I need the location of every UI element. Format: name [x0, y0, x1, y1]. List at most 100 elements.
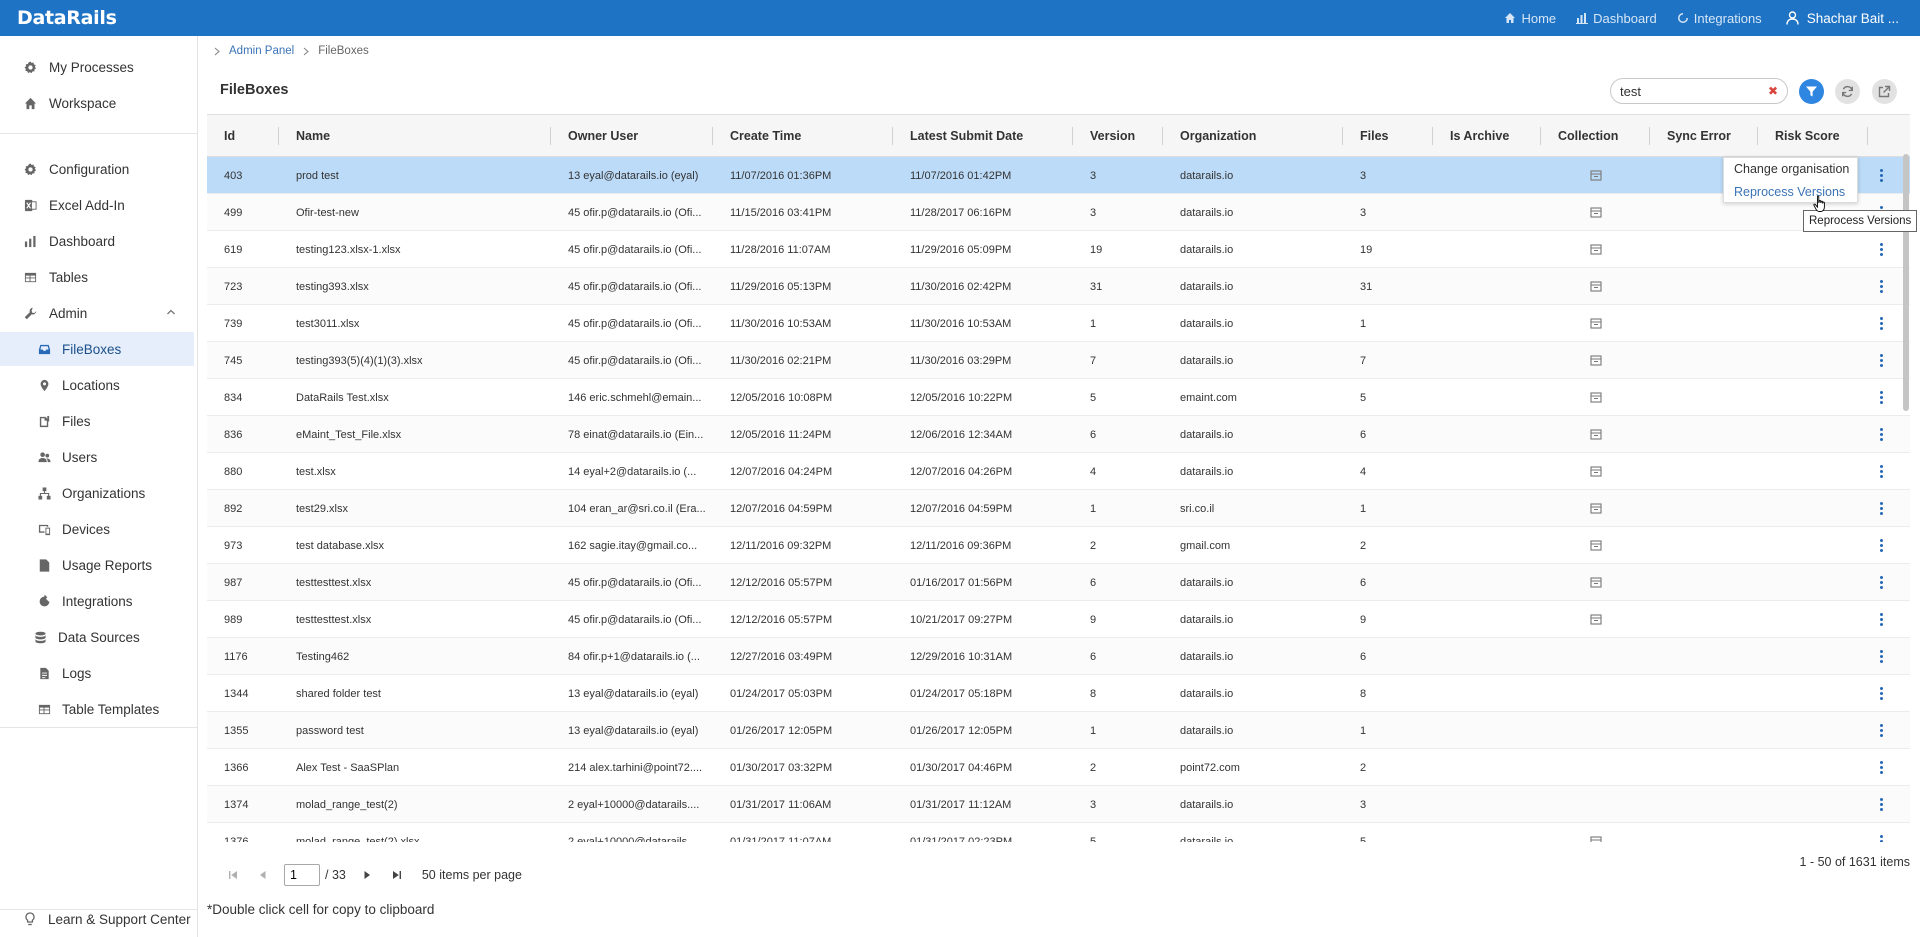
- cell-latest-submit-date[interactable]: 12/29/2016 10:31AM: [893, 638, 1073, 675]
- cell-create-time[interactable]: 01/24/2017 05:03PM: [713, 675, 893, 712]
- cell-owner-user[interactable]: 2 eyal+10000@datarails....: [551, 823, 713, 843]
- cell-version[interactable]: 31: [1073, 268, 1163, 305]
- cell-owner-user[interactable]: 45 ofir.p@datarails.io (Ofi...: [551, 231, 713, 268]
- table-row[interactable]: 987 testtesttest.xlsx 45 ofir.p@datarails.…: [207, 564, 1910, 601]
- sidebar-item-fileboxes[interactable]: FileBoxes: [0, 332, 194, 366]
- learn-support-center[interactable]: Learn & Support Center: [0, 904, 198, 934]
- cell-collection[interactable]: [1541, 527, 1650, 564]
- sidebar-item-devices[interactable]: Devices: [0, 512, 194, 546]
- cell-organization[interactable]: datarails.io: [1163, 712, 1343, 749]
- table-row[interactable]: 1376 molad_range_test(2).xlsx 2 eyal+10000…: [207, 823, 1910, 842]
- cell-owner-user[interactable]: 45 ofir.p@datarails.io (Ofi...: [551, 194, 713, 231]
- cell-name[interactable]: testtesttest.xlsx: [279, 601, 551, 638]
- table-row[interactable]: 739 test3011.xlsx 45 ofir.p@datarails.io (…: [207, 305, 1910, 342]
- next-page-button[interactable]: [352, 864, 382, 886]
- cell-id[interactable]: 892: [207, 490, 279, 527]
- column-header-organization[interactable]: Organization: [1163, 115, 1343, 157]
- column-header-version[interactable]: Version: [1073, 115, 1163, 157]
- nav-dashboard[interactable]: Dashboard: [1576, 11, 1657, 26]
- cell-version[interactable]: 5: [1073, 823, 1163, 843]
- column-header-latest-submit-date[interactable]: Latest Submit Date: [893, 115, 1073, 157]
- cell-create-time[interactable]: 01/30/2017 03:32PM: [713, 749, 893, 786]
- sidebar-item-usage-reports[interactable]: Usage Reports: [0, 548, 194, 582]
- cell-organization[interactable]: datarails.io: [1163, 638, 1343, 675]
- cell-organization[interactable]: point72.com: [1163, 749, 1343, 786]
- cell-organization[interactable]: datarails.io: [1163, 453, 1343, 490]
- cell-organization[interactable]: datarails.io: [1163, 305, 1343, 342]
- cell-owner-user[interactable]: 45 ofir.p@datarails.io (Ofi...: [551, 305, 713, 342]
- cell-latest-submit-date[interactable]: 01/30/2017 04:46PM: [893, 749, 1073, 786]
- cell-files[interactable]: 6: [1343, 638, 1433, 675]
- cell-owner-user[interactable]: 78 einat@datarails.io (Ein...: [551, 416, 713, 453]
- row-menu-icon[interactable]: [1879, 539, 1883, 552]
- cell-collection[interactable]: [1541, 749, 1650, 786]
- cell-create-time[interactable]: 11/29/2016 05:13PM: [713, 268, 893, 305]
- cell-version[interactable]: 1: [1073, 305, 1163, 342]
- cell-create-time[interactable]: 12/11/2016 09:32PM: [713, 527, 893, 564]
- cell-version[interactable]: 3: [1073, 786, 1163, 823]
- first-page-button[interactable]: [218, 864, 248, 886]
- search-box[interactable]: ✖: [1610, 78, 1788, 104]
- cell-create-time[interactable]: 12/07/2016 04:24PM: [713, 453, 893, 490]
- table-row[interactable]: 836 eMaint_Test_File.xlsx 78 einat@datarai…: [207, 416, 1910, 453]
- cell-create-time[interactable]: 11/07/2016 01:36PM: [713, 157, 893, 194]
- table-row[interactable]: 1366 Alex Test - SaaSPlan 214 alex.tarhini…: [207, 749, 1910, 786]
- cell-latest-submit-date[interactable]: 01/26/2017 12:05PM: [893, 712, 1073, 749]
- table-row[interactable]: 745 testing393(5)(4)(1)(3).xlsx 45 ofir.p@…: [207, 342, 1910, 379]
- cell-name[interactable]: DataRails Test.xlsx: [279, 379, 551, 416]
- cell-collection[interactable]: [1541, 638, 1650, 675]
- cell-id[interactable]: 989: [207, 601, 279, 638]
- cell-id[interactable]: 403: [207, 157, 279, 194]
- cell-organization[interactable]: emaint.com: [1163, 379, 1343, 416]
- row-menu-icon[interactable]: [1879, 835, 1883, 842]
- cell-owner-user[interactable]: 14 eyal+2@datarails.io (...: [551, 453, 713, 490]
- cell-latest-submit-date[interactable]: 11/07/2016 01:42PM: [893, 157, 1073, 194]
- cell-collection[interactable]: [1541, 601, 1650, 638]
- cell-name[interactable]: eMaint_Test_File.xlsx: [279, 416, 551, 453]
- row-menu-icon[interactable]: [1879, 428, 1883, 441]
- filter-button[interactable]: [1799, 79, 1824, 104]
- row-menu-icon[interactable]: [1879, 169, 1883, 182]
- sidebar-item-admin[interactable]: Admin: [0, 296, 194, 330]
- cell-id[interactable]: 499: [207, 194, 279, 231]
- cell-latest-submit-date[interactable]: 01/16/2017 01:56PM: [893, 564, 1073, 601]
- cell-name[interactable]: shared folder test: [279, 675, 551, 712]
- table-row[interactable]: 619 testing123.xlsx-1.xlsx 45 ofir.p@datar…: [207, 231, 1910, 268]
- cell-files[interactable]: 31: [1343, 268, 1433, 305]
- cell-id[interactable]: 1344: [207, 675, 279, 712]
- cell-version[interactable]: 4: [1073, 453, 1163, 490]
- cell-collection[interactable]: [1541, 490, 1650, 527]
- table-row[interactable]: 834 DataRails Test.xlsx 146 eric.schmehl@e…: [207, 379, 1910, 416]
- cell-owner-user[interactable]: 13 eyal@datarails.io (eyal): [551, 675, 713, 712]
- cell-organization[interactable]: datarails.io: [1163, 675, 1343, 712]
- cell-name[interactable]: testing393(5)(4)(1)(3).xlsx: [279, 342, 551, 379]
- cell-files[interactable]: 9: [1343, 601, 1433, 638]
- refresh-button[interactable]: [1835, 79, 1860, 104]
- row-menu-icon[interactable]: [1879, 243, 1883, 256]
- cell-latest-submit-date[interactable]: 12/07/2016 04:59PM: [893, 490, 1073, 527]
- cell-organization[interactable]: gmail.com: [1163, 527, 1343, 564]
- export-button[interactable]: [1872, 79, 1897, 104]
- cell-latest-submit-date[interactable]: 01/31/2017 02:23PM: [893, 823, 1073, 843]
- cell-files[interactable]: 6: [1343, 416, 1433, 453]
- table-row[interactable]: 403 prod test 13 eyal@datarails.io (eyal) 1…: [207, 157, 1910, 194]
- cell-name[interactable]: testtesttest.xlsx: [279, 564, 551, 601]
- table-row[interactable]: 892 test29.xlsx 104 eran_ar@sri.co.il (Era…: [207, 490, 1910, 527]
- cell-version[interactable]: 3: [1073, 157, 1163, 194]
- cell-version[interactable]: 1: [1073, 712, 1163, 749]
- cell-files[interactable]: 1: [1343, 712, 1433, 749]
- cell-create-time[interactable]: 01/31/2017 11:07AM: [713, 823, 893, 843]
- cell-create-time[interactable]: 12/07/2016 04:59PM: [713, 490, 893, 527]
- cell-collection[interactable]: [1541, 675, 1650, 712]
- cell-id[interactable]: 1355: [207, 712, 279, 749]
- cell-create-time[interactable]: 11/30/2016 10:53AM: [713, 305, 893, 342]
- cell-collection[interactable]: [1541, 157, 1650, 194]
- sidebar-item-data-sources[interactable]: Data Sources: [0, 620, 194, 654]
- cell-organization[interactable]: datarails.io: [1163, 416, 1343, 453]
- sidebar-item-my-processes[interactable]: My Processes: [0, 50, 194, 84]
- cell-latest-submit-date[interactable]: 11/29/2016 05:09PM: [893, 231, 1073, 268]
- cell-id[interactable]: 880: [207, 453, 279, 490]
- row-menu-icon[interactable]: [1879, 798, 1883, 811]
- cell-latest-submit-date[interactable]: 11/28/2017 06:16PM: [893, 194, 1073, 231]
- table-row[interactable]: 989 testtesttest.xlsx 45 ofir.p@datarails.…: [207, 601, 1910, 638]
